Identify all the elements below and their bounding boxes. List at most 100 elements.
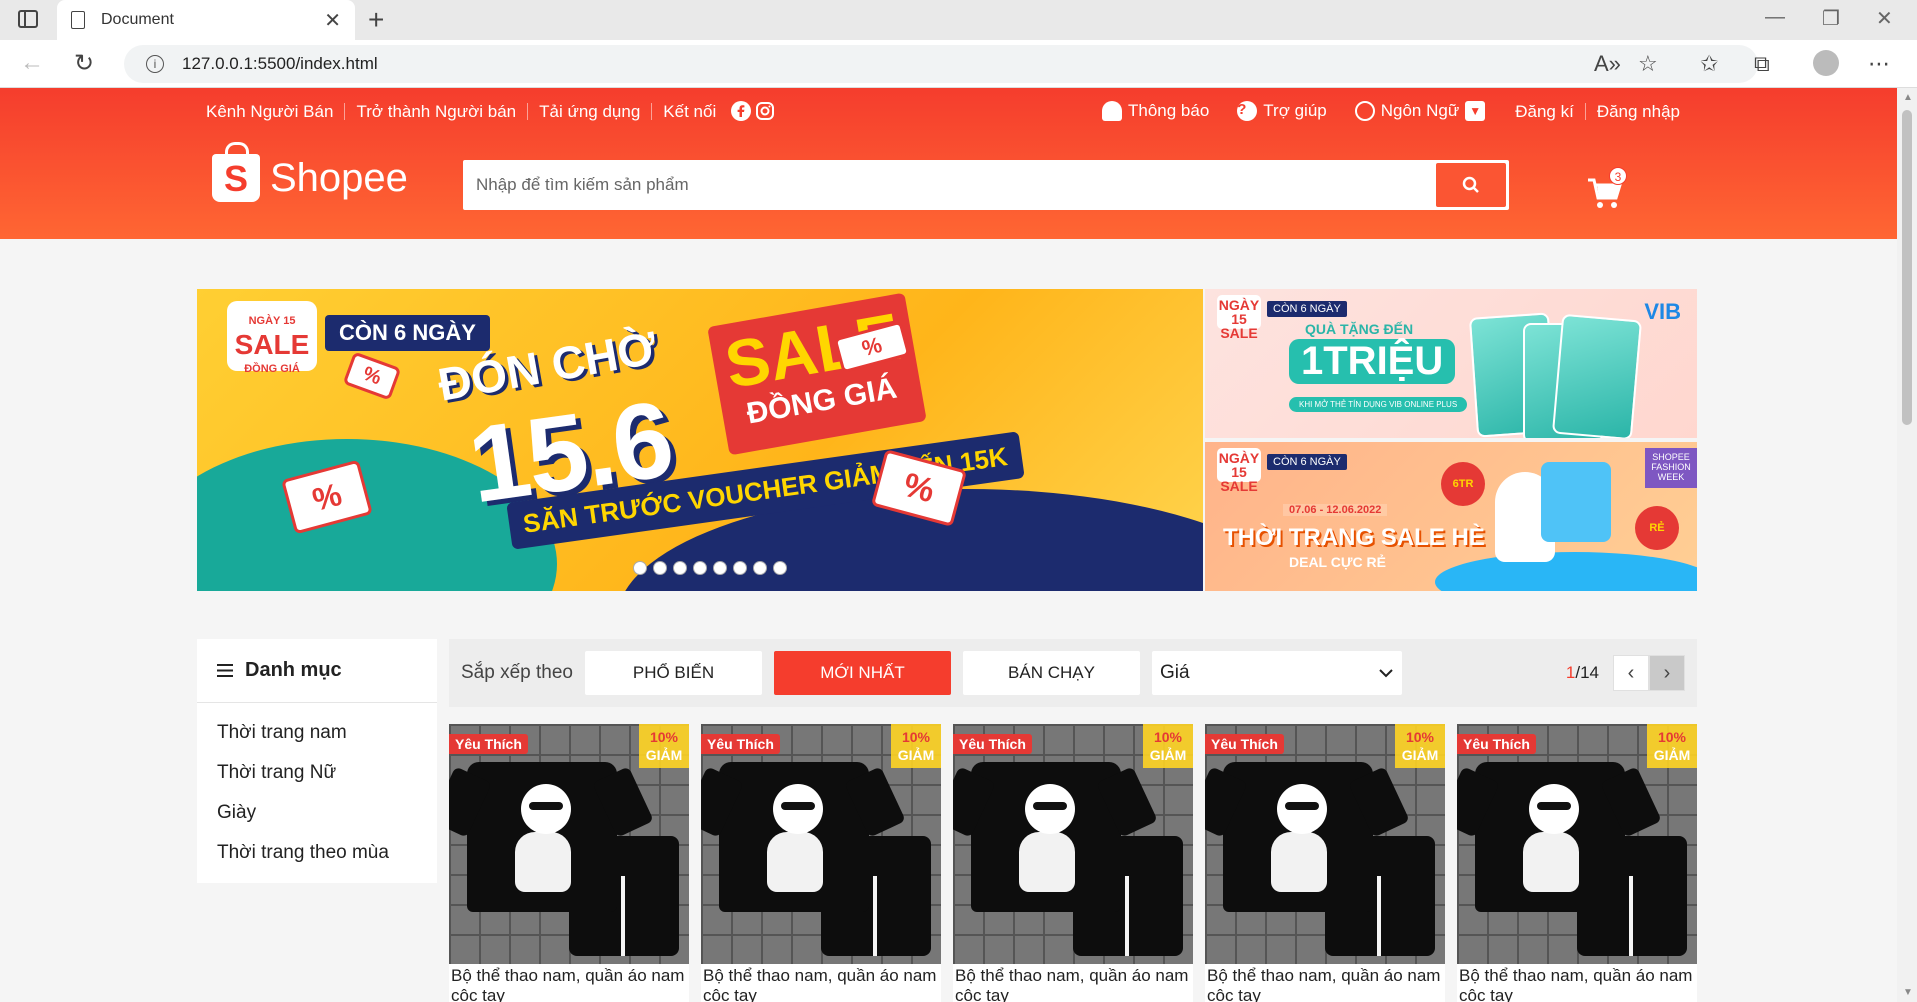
help-link[interactable]: ? Trợ giúp bbox=[1237, 101, 1327, 121]
sort-popular-button[interactable]: PHỔ BIẾN bbox=[584, 651, 762, 695]
side-banner-fashion[interactable]: NGÀY 15 SALE CÒN 6 NGÀY SHOPEE FASHION W… bbox=[1205, 442, 1697, 591]
download-app-link[interactable]: Tải ứng dụng bbox=[528, 102, 653, 120]
pool-image bbox=[1435, 552, 1697, 591]
scroll-down-icon[interactable]: ▼ bbox=[1903, 987, 1913, 998]
become-seller-link[interactable]: Trở thành Người bán bbox=[345, 102, 529, 120]
product-grid: Yêu Thích 10% GIẢM Bộ thể thao nam, quần … bbox=[449, 724, 1697, 1002]
product-card[interactable]: Yêu Thích 10% GIẢM Bộ thể thao nam, quần … bbox=[701, 724, 941, 1002]
cat-print bbox=[521, 784, 571, 834]
site-info-icon[interactable]: i bbox=[146, 55, 164, 73]
product-card[interactable]: Yêu Thích 10% GIẢM Bộ thể thao nam, quần … bbox=[1457, 724, 1697, 1002]
language-selector[interactable]: Ngôn Ngữ ▼ bbox=[1354, 101, 1486, 121]
prev-page-button[interactable]: ‹ bbox=[1613, 655, 1649, 691]
search-button[interactable] bbox=[1436, 163, 1506, 207]
days-left-badge: CÒN 6 NGÀY bbox=[325, 315, 490, 351]
add-favorite-icon[interactable]: ☆ bbox=[1638, 51, 1658, 77]
carousel-dot[interactable] bbox=[773, 561, 787, 575]
favorites-icon[interactable]: ✩ bbox=[1700, 51, 1718, 77]
sort-label: Sắp xếp theo bbox=[461, 662, 573, 683]
carousel-dot[interactable] bbox=[693, 561, 707, 575]
sort-newest-button[interactable]: MỚI NHẤT bbox=[773, 651, 951, 695]
browser-tab[interactable]: Document ✕ bbox=[57, 0, 355, 40]
fashion-subtitle: DEAL CỰC RẺ bbox=[1289, 554, 1386, 570]
category-item-men[interactable]: Thời trang nam bbox=[217, 713, 417, 753]
read-aloud-icon[interactable]: A» bbox=[1594, 51, 1621, 77]
site-header: Kênh Người Bán Trở thành Người bán Tải ứ… bbox=[0, 88, 1897, 239]
next-page-button[interactable]: › bbox=[1649, 655, 1685, 691]
product-card[interactable]: Yêu Thích 10% GIẢM Bộ thể thao nam, quần … bbox=[953, 724, 1193, 1002]
notification-label: Thông báo bbox=[1128, 101, 1210, 120]
favorite-badge: Yêu Thích bbox=[1205, 734, 1284, 754]
seller-channel-link[interactable]: Kênh Người Bán bbox=[206, 102, 346, 120]
side-banner-vib[interactable]: NGÀY 15 SALE CÒN 6 NGÀY VIB QUÀ TẶNG ĐẾN… bbox=[1205, 289, 1697, 438]
carousel-dot[interactable] bbox=[653, 561, 667, 575]
days-left-badge: CÒN 6 NGÀY bbox=[1267, 454, 1347, 470]
chevron-down-icon bbox=[1379, 669, 1393, 678]
search-input[interactable] bbox=[466, 163, 1436, 207]
scroll-up-icon[interactable]: ▲ bbox=[1903, 92, 1913, 103]
favorite-badge: Yêu Thích bbox=[449, 734, 528, 754]
auth-links: Đăng kí Đăng nhập bbox=[1515, 102, 1691, 120]
cat-print bbox=[1019, 832, 1075, 892]
search-icon bbox=[1462, 176, 1479, 193]
round-badge: RẺ bbox=[1635, 506, 1679, 550]
category-item-women[interactable]: Thời trang Nữ bbox=[217, 753, 417, 793]
cart-count-badge: 3 bbox=[1609, 167, 1627, 185]
product-card[interactable]: Yêu Thích 10% GIẢM Bộ thể thao nam, quần … bbox=[449, 724, 689, 1002]
sort-bestseller-button[interactable]: BÁN CHẠY bbox=[962, 651, 1140, 695]
register-link[interactable]: Đăng kí bbox=[1515, 102, 1586, 120]
discount-badge: 10% GIẢM bbox=[1647, 724, 1697, 768]
category-item-seasonal[interactable]: Thời trang theo mùa bbox=[217, 833, 417, 873]
cat-print bbox=[1523, 832, 1579, 892]
collections-icon[interactable]: ⧉ bbox=[1754, 51, 1770, 77]
notification-link[interactable]: Thông báo bbox=[1102, 101, 1209, 121]
category-item-shoes[interactable]: Giày bbox=[217, 793, 417, 833]
login-link[interactable]: Đăng nhập bbox=[1586, 103, 1691, 120]
refresh-button[interactable]: ↻ bbox=[74, 49, 94, 78]
carousel-dot[interactable] bbox=[733, 561, 747, 575]
restore-button[interactable]: ❐ bbox=[1822, 6, 1840, 31]
main-banner[interactable]: NGÀY 15 SALE ĐỒNG GIÁ CÒN 6 NGÀY ĐÓN CHỜ… bbox=[197, 289, 1203, 591]
credit-card-image bbox=[1551, 313, 1643, 438]
cat-print bbox=[1271, 832, 1327, 892]
bell-icon bbox=[1102, 101, 1122, 121]
instagram-icon[interactable] bbox=[755, 101, 775, 121]
close-window-button[interactable]: ✕ bbox=[1876, 6, 1893, 31]
back-button[interactable]: ← bbox=[20, 49, 44, 77]
fashion-week-badge: SHOPEE FASHION WEEK bbox=[1645, 448, 1697, 488]
discount-badge: 10% GIẢM bbox=[891, 724, 941, 768]
favorite-badge: Yêu Thích bbox=[1457, 734, 1536, 754]
carousel-dot[interactable] bbox=[673, 561, 687, 575]
price-sort-select[interactable]: Giá bbox=[1151, 651, 1402, 695]
carousel-dot[interactable] bbox=[633, 561, 647, 575]
globe-icon bbox=[1354, 101, 1375, 121]
carousel-dot[interactable] bbox=[713, 561, 727, 575]
sale-badge: SALE ĐỒNG GIÁ bbox=[707, 292, 927, 456]
tab-actions-icon[interactable] bbox=[18, 10, 38, 28]
fashion-title: THỜI TRANG SALE HÈ bbox=[1223, 524, 1485, 551]
product-card[interactable]: Yêu Thích 10% GIẢM Bộ thể thao nam, quần … bbox=[1205, 724, 1445, 1002]
event-date: 07.06 - 12.06.2022 bbox=[1283, 504, 1388, 516]
cat-print bbox=[1277, 784, 1327, 834]
shopee-logo[interactable]: S Shopee bbox=[212, 142, 408, 202]
close-tab-icon[interactable]: ✕ bbox=[324, 8, 341, 33]
new-tab-button[interactable]: + bbox=[368, 4, 384, 36]
product-name: Bộ thể thao nam, quần áo nam cộc tay bbox=[703, 966, 937, 1002]
profile-avatar[interactable] bbox=[1813, 50, 1839, 76]
sale-tag: NGÀY 15 SALE ĐỒNG GIÁ bbox=[227, 301, 317, 375]
more-icon[interactable]: ⋯ bbox=[1868, 51, 1890, 77]
facebook-icon[interactable] bbox=[731, 101, 752, 121]
scrollbar-thumb[interactable] bbox=[1902, 110, 1912, 425]
sort-bar: Sắp xếp theo PHỔ BIẾN MỚI NHẤT BÁN CHẠY … bbox=[449, 639, 1697, 707]
help-label: Trợ giúp bbox=[1263, 101, 1327, 120]
carousel-dot[interactable] bbox=[753, 561, 767, 575]
gift-caption: QUÀ TẶNG ĐẾN bbox=[1305, 321, 1414, 337]
page-scrollbar[interactable]: ▲ ▼ bbox=[1897, 88, 1917, 1002]
minimize-button[interactable]: — bbox=[1765, 6, 1785, 29]
cat-print bbox=[773, 784, 823, 834]
gift-subtitle: KHI MỞ THẺ TÍN DỤNG VIB ONLINE PLUS bbox=[1289, 397, 1468, 412]
page-viewport: Kênh Người Bán Trở thành Người bán Tải ứ… bbox=[0, 88, 1897, 1002]
sale-tag: NGÀY 15 SALE bbox=[1217, 448, 1261, 494]
url-field[interactable]: i 127.0.0.1:5500/index.html bbox=[124, 45, 1758, 83]
page-current: 1 bbox=[1565, 663, 1576, 682]
